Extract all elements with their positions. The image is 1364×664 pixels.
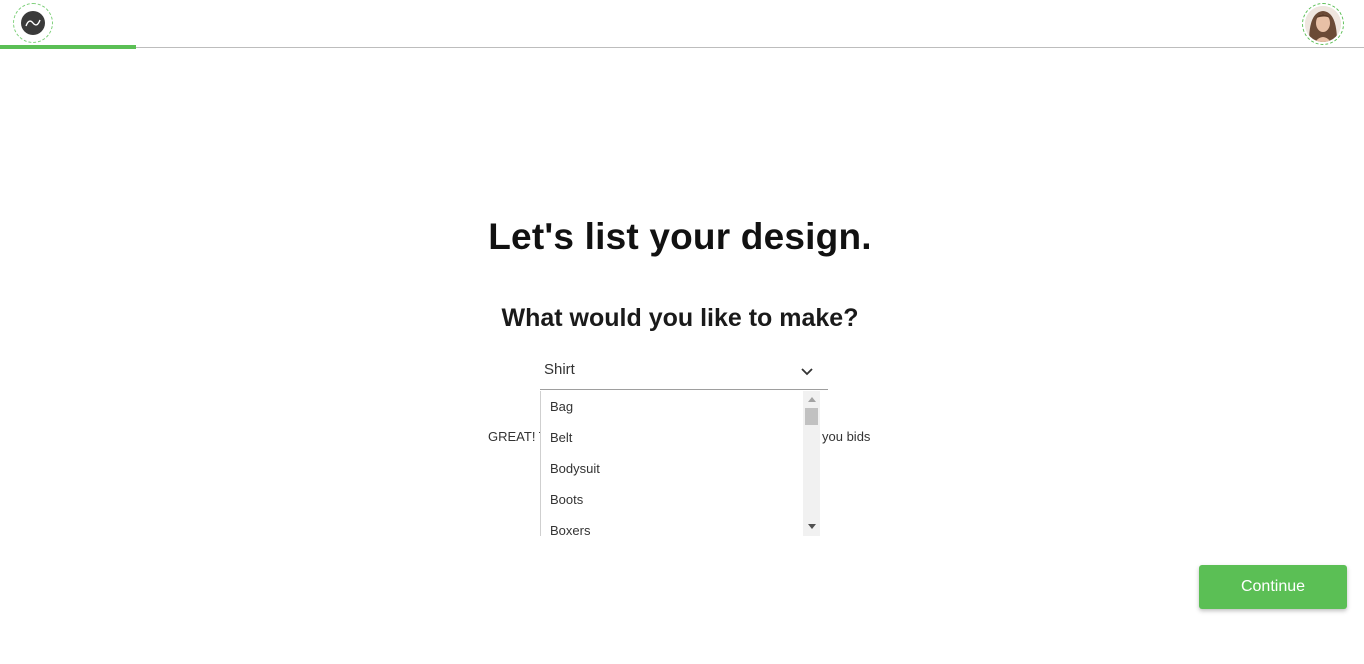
- dropdown-scrollbar[interactable]: [803, 391, 820, 536]
- continue-button[interactable]: Continue: [1199, 565, 1347, 609]
- scroll-down-arrow-icon[interactable]: [803, 518, 820, 534]
- user-avatar-icon[interactable]: [1302, 3, 1344, 45]
- dropdown-option[interactable]: Bodysuit: [550, 461, 600, 476]
- logo-mark: [21, 11, 45, 35]
- progress-bar: [0, 45, 137, 49]
- page-title: Let's list your design.: [488, 216, 872, 257]
- hint-text-left: GREAT! T: [488, 429, 547, 444]
- dropdown-option[interactable]: Bag: [550, 399, 573, 414]
- hint-text-right: you bids: [822, 429, 871, 444]
- chevron-down-icon[interactable]: [800, 364, 814, 378]
- brand-logo-icon[interactable]: [13, 3, 53, 43]
- page: Let's list your design. What would you l…: [0, 0, 1364, 664]
- scroll-up-arrow-icon[interactable]: [803, 391, 820, 407]
- dropdown-option[interactable]: Belt: [550, 430, 572, 445]
- dropdown-option[interactable]: Boots: [550, 492, 583, 507]
- dropdown-option[interactable]: Boxers: [550, 523, 590, 536]
- top-bar: [0, 0, 1364, 48]
- avatar-image: [1305, 6, 1341, 42]
- item-type-select[interactable]: Shirt: [540, 352, 828, 390]
- question-heading: What would you like to make?: [501, 304, 859, 332]
- item-type-dropdown: Bag Belt Bodysuit Boots Boxers: [540, 391, 820, 536]
- scroll-thumb[interactable]: [805, 408, 818, 425]
- select-value: Shirt: [544, 361, 575, 378]
